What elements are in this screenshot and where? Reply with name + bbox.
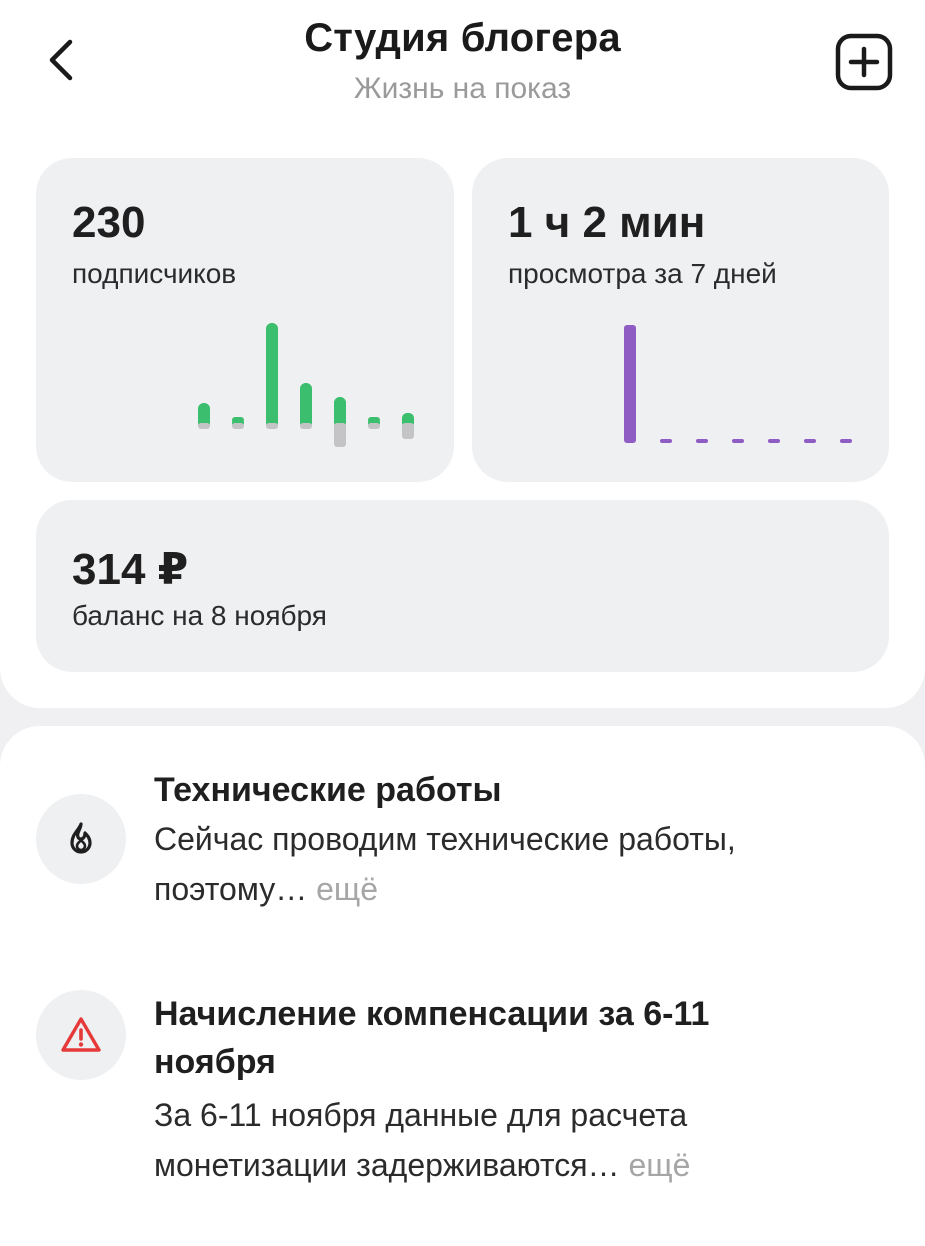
subscriber-loss-bar xyxy=(368,423,380,429)
subscriber-loss-bar xyxy=(300,423,312,429)
plus-square-icon xyxy=(835,33,893,91)
more-link[interactable]: ещё xyxy=(628,1147,690,1183)
subscriber-gain-bar-top xyxy=(266,323,278,423)
views-label: просмотра за 7 дней xyxy=(508,258,777,289)
notice-text-line: поэтому… xyxy=(154,871,308,907)
subscribers-count: 230 xyxy=(72,198,146,247)
views-bar xyxy=(624,325,636,443)
subscriber-gain-bar-top xyxy=(368,417,380,423)
notice-text: Сейчас проводим технические работы, поэт… xyxy=(154,814,874,914)
subscriber-loss-bar xyxy=(334,423,346,447)
subscriber-gain-bar-top xyxy=(402,413,414,423)
subscriber-gain-bar-top xyxy=(334,397,346,423)
views-bar-zero xyxy=(696,439,708,443)
more-link[interactable]: ещё xyxy=(316,871,378,907)
notice-title: Начисление компенсации за 6-11 ноября xyxy=(154,990,854,1086)
views-card[interactable]: 1 ч 2 мин просмотра за 7 дней xyxy=(472,158,889,482)
notice-text-line: За 6-11 ноября данные для расчета xyxy=(154,1097,688,1133)
subscribers-label: подписчиков xyxy=(72,258,237,289)
views-bar-zero xyxy=(768,439,780,443)
notice-icon-circle xyxy=(36,990,126,1080)
views-duration: 1 ч 2 мин xyxy=(508,198,706,247)
subscriber-loss-bar xyxy=(266,423,278,429)
notice-text-line-last: поэтому… ещё xyxy=(154,864,874,914)
subscriber-loss-bar xyxy=(232,423,244,429)
top-panel: Студия блогера Жизнь на показ 230 подпис… xyxy=(0,0,925,708)
balance-label: баланс на 8 ноября xyxy=(72,600,327,631)
notice-text: За 6-11 ноября данные для расчета монети… xyxy=(154,1090,874,1190)
flame-icon xyxy=(70,822,92,854)
notice-compensation[interactable]: Начисление компенсации за 6-11 ноября За… xyxy=(0,990,925,1220)
notice-text-line: монетизации задерживаются… xyxy=(154,1147,620,1183)
subscribers-chart xyxy=(198,323,414,447)
add-button[interactable] xyxy=(832,30,896,94)
header: Студия блогера Жизнь на показ xyxy=(0,0,925,130)
page-title: Студия блогера xyxy=(304,16,621,60)
subscribers-card[interactable]: 230 подписчиков xyxy=(36,158,454,482)
notices-panel: Технические работы Сейчас проводим техни… xyxy=(0,726,925,1246)
views-bar-zero xyxy=(732,439,744,443)
page-subtitle: Жизнь на показ xyxy=(353,72,572,105)
views-bar-zero xyxy=(840,439,852,443)
subscriber-loss-bar xyxy=(402,423,414,439)
notice-text-line-last: монетизации задерживаются… ещё xyxy=(154,1140,874,1190)
notice-text-line: Сейчас проводим технические работы, xyxy=(154,821,736,857)
subscriber-gain-bar-top xyxy=(300,383,312,423)
subscriber-loss-bar xyxy=(198,423,210,429)
views-chart xyxy=(624,325,852,443)
notice-maintenance[interactable]: Технические работы Сейчас проводим техни… xyxy=(0,766,925,966)
views-bar-zero xyxy=(660,439,672,443)
notice-title-line: Начисление компенсации за 6-11 xyxy=(154,995,710,1033)
notice-icon-circle xyxy=(36,794,126,884)
subscriber-gain-bar-top xyxy=(198,403,210,423)
notice-title-line: ноября xyxy=(154,1043,276,1081)
balance-card[interactable]: 314 ₽ баланс на 8 ноября xyxy=(36,500,889,672)
warning-icon xyxy=(61,1017,101,1052)
notice-title: Технические работы xyxy=(154,771,502,809)
balance-amount: 314 ₽ xyxy=(72,545,189,594)
subscriber-gain-bar-top xyxy=(232,417,244,423)
views-bar-zero xyxy=(804,439,816,443)
